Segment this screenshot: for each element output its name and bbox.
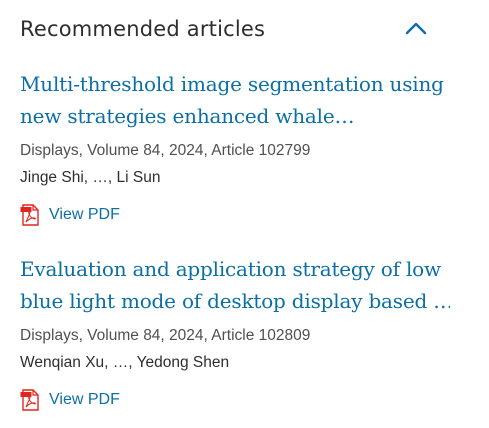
section-title: Recommended articles [20, 17, 266, 41]
article-title-line: new strategies enhanced whale… [20, 104, 355, 128]
view-pdf-label: View PDF [49, 206, 120, 223]
article-source: Displays, Volume 84, 2024, Article 10279… [20, 142, 311, 159]
view-pdf-link[interactable]: View PDF [20, 388, 120, 412]
article-item: Multi-threshold image segmentation using… [20, 68, 450, 226]
chevron-up-icon [405, 22, 427, 35]
section-header: Recommended articles [20, 14, 430, 48]
article-source: Displays, Volume 84, 2024, Article 10280… [20, 327, 311, 344]
article-authors: Jinge Shi, …, Li Sun [20, 169, 161, 186]
pdf-file-icon [20, 389, 39, 411]
article-title-link[interactable]: Multi-threshold image segmentation using… [20, 68, 450, 132]
view-pdf-link[interactable]: View PDF [20, 203, 120, 227]
recommended-articles-panel: Recommended articles Multi-threshold ima… [0, 0, 489, 428]
article-title-line: Multi-threshold image segmentation using [20, 72, 444, 96]
pdf-file-icon [20, 204, 39, 226]
article-title-line: blue light mode of desktop display based… [20, 289, 450, 313]
article-authors: Wenqian Xu, …, Yedong Shen [20, 354, 230, 371]
article-item: Evaluation and application strategy of l… [20, 253, 450, 411]
article-title-line: Evaluation and application strategy of l… [20, 257, 441, 281]
view-pdf-label: View PDF [49, 391, 120, 408]
collapse-button[interactable] [402, 14, 430, 42]
article-title-link[interactable]: Evaluation and application strategy of l… [20, 253, 450, 317]
